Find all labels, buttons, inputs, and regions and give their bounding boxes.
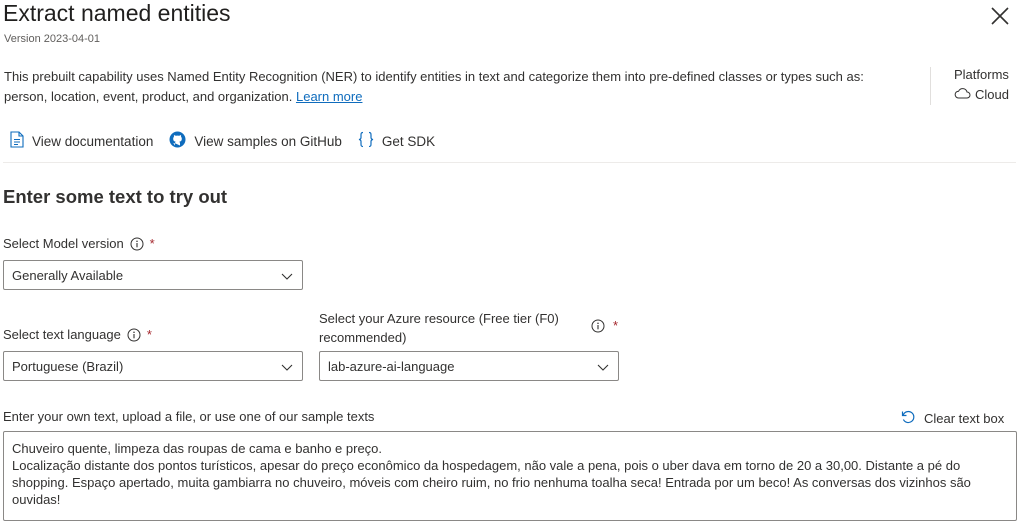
text-input-area[interactable]: Chuveiro quente, limpeza das roupas de c… (3, 431, 1017, 521)
get-sdk-label: Get SDK (381, 133, 436, 149)
info-icon[interactable] (591, 319, 605, 333)
section-divider (3, 162, 1016, 163)
language-label: Select text language (3, 327, 121, 342)
platforms-label: Platforms (954, 67, 1009, 82)
description-text: This prebuilt capability uses Named Enti… (4, 69, 864, 104)
chevron-down-icon (280, 269, 294, 286)
view-samples-github-label: View samples on GitHub (194, 133, 342, 149)
resource-label: Select your Azure resource (Free tier (F… (319, 309, 559, 347)
resource-info-row: * (591, 318, 618, 333)
learn-more-link[interactable]: Learn more (296, 89, 362, 104)
required-indicator: * (146, 327, 152, 342)
resource-links: View documentation View samples on GitHu… (10, 131, 451, 151)
github-icon (169, 131, 186, 151)
info-icon[interactable] (130, 237, 144, 251)
resource-value: lab-azure-ai-language (328, 358, 455, 374)
chevron-down-icon (596, 360, 610, 377)
undo-icon (900, 409, 916, 428)
view-documentation-link[interactable]: View documentation (10, 131, 153, 151)
view-samples-github-link[interactable]: View samples on GitHub (169, 131, 342, 151)
required-indicator: * (613, 318, 619, 333)
language-label-row: Select text language * (3, 327, 152, 342)
view-documentation-label: View documentation (32, 133, 154, 149)
text-input-label: Enter your own text, upload a file, or u… (3, 409, 375, 424)
model-version-value: Generally Available (12, 267, 124, 283)
resource-dropdown[interactable]: lab-azure-ai-language (319, 351, 619, 381)
model-version-dropdown[interactable]: Generally Available (3, 260, 303, 290)
code-braces-icon (358, 131, 374, 151)
platform-cloud-label: Cloud (975, 87, 1009, 102)
chevron-down-icon (280, 360, 294, 377)
platform-cloud: Cloud (954, 87, 1009, 102)
info-icon[interactable] (127, 328, 141, 342)
required-indicator: * (149, 236, 155, 251)
divider (930, 67, 931, 105)
get-sdk-link[interactable]: Get SDK (358, 131, 435, 151)
resource-label-line2: recommended) (319, 330, 407, 345)
clear-text-box-button[interactable]: Clear text box (900, 409, 1004, 428)
version-label: Version 2023-04-01 (4, 33, 101, 45)
description: This prebuilt capability uses Named Enti… (4, 67, 884, 107)
resource-label-line1: Select your Azure resource (Free tier (F… (319, 311, 559, 326)
close-icon[interactable] (988, 4, 1012, 28)
model-version-label-row: Select Model version * (3, 236, 155, 251)
language-dropdown[interactable]: Portuguese (Brazil) (3, 351, 303, 381)
document-icon (10, 131, 24, 151)
cloud-icon (954, 87, 971, 102)
language-value: Portuguese (Brazil) (12, 358, 124, 374)
section-title: Enter some text to try out (3, 186, 228, 207)
model-version-label: Select Model version (3, 236, 124, 251)
clear-text-box-label: Clear text box (924, 411, 1005, 426)
page-title: Extract named entities (3, 0, 231, 26)
